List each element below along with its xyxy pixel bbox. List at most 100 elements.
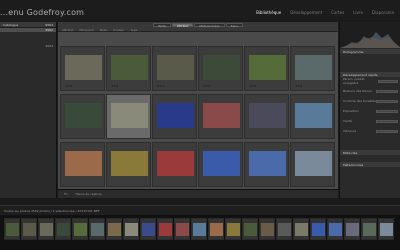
grid-cell[interactable]: ★★★ — [198, 46, 243, 91]
thumbnail[interactable] — [157, 55, 194, 80]
filmstrip-thumb[interactable] — [89, 218, 105, 240]
grid-cell[interactable] — [290, 94, 335, 139]
rating-stars[interactable]: ★★★ — [249, 84, 257, 88]
filmstrip-thumb[interactable] — [259, 218, 275, 240]
thumbnail[interactable] — [295, 103, 332, 128]
grid-cell[interactable] — [106, 142, 151, 187]
filmstrip-thumb[interactable] — [225, 218, 241, 240]
filter-tab-0[interactable]: Texte — [153, 23, 172, 28]
rating-stars[interactable]: ★★★ — [157, 84, 165, 88]
histogram-chart — [340, 32, 400, 48]
filmstrip-thumb[interactable] — [242, 218, 258, 240]
rating-stars[interactable]: ★★★ — [203, 84, 211, 88]
right-section-label: Histogramme — [343, 49, 364, 54]
filmstrip-thumb[interactable] — [293, 218, 309, 240]
grid-cell[interactable] — [198, 142, 243, 187]
grid-cell[interactable] — [60, 142, 105, 187]
filmstrip-thumb[interactable] — [208, 218, 224, 240]
thumbnail[interactable] — [249, 55, 286, 80]
quick-develop-control[interactable] — [376, 109, 398, 113]
module-1[interactable]: Développement — [290, 10, 322, 15]
toolbar-item[interactable]: Heure de capture — [75, 192, 101, 196]
filmstrip-thumb[interactable] — [4, 218, 20, 240]
thumbnail[interactable] — [111, 103, 148, 128]
rating-stars[interactable]: ★★★ — [295, 84, 303, 88]
quick-develop-control[interactable] — [376, 129, 398, 133]
filter-tab-1[interactable]: Attribut — [172, 23, 194, 28]
module-4[interactable]: Diaporama — [372, 10, 394, 15]
right-panel: Histogramme Développement rapide Mots-clés… — [339, 22, 400, 198]
filmstrip-thumb[interactable] — [157, 218, 173, 240]
thumbnail[interactable] — [65, 103, 102, 128]
thumbnail[interactable] — [111, 55, 148, 80]
filmstrip-thumb[interactable] — [38, 218, 54, 240]
filmstrip-thumb[interactable] — [327, 218, 343, 240]
thumbnail[interactable] — [65, 55, 102, 80]
filmstrip-image — [363, 223, 376, 236]
filmstrip-image — [108, 223, 121, 236]
thumbnail[interactable] — [203, 55, 240, 80]
toolbar-item[interactable]: Tri : — [64, 192, 69, 196]
grid-cell[interactable] — [152, 94, 197, 139]
filmstrip-thumb[interactable] — [361, 218, 377, 240]
right-section-header[interactable]: Histogramme — [340, 49, 400, 54]
filmstrip-thumb[interactable] — [140, 218, 156, 240]
filmstrip-thumb[interactable] — [106, 218, 122, 240]
filmstrip-image — [57, 223, 70, 236]
filter-tab-3[interactable]: Sans — [225, 23, 243, 28]
folder-item[interactable] — [0, 152, 56, 156]
grid-cell[interactable] — [60, 94, 105, 139]
thumbnail[interactable] — [65, 151, 102, 176]
filter-row-item[interactable]: Note — [100, 28, 107, 32]
quick-develop-control[interactable] — [376, 89, 398, 93]
filter-row: Attribut Marqueur Note Couleur Type — [62, 28, 137, 32]
filmstrip-thumb[interactable] — [72, 218, 88, 240]
thumbnail[interactable] — [111, 151, 148, 176]
right-section-header[interactable]: Métadonnées — [340, 162, 400, 167]
filmstrip-thumb[interactable] — [55, 218, 71, 240]
thumbnail[interactable] — [295, 151, 332, 176]
filter-row-item[interactable]: Marqueur — [79, 28, 93, 32]
thumbnail[interactable] — [203, 151, 240, 176]
quick-develop-control[interactable] — [377, 79, 398, 83]
module-3[interactable]: Livre — [353, 10, 363, 15]
quick-develop-control[interactable] — [376, 119, 398, 123]
thumbnail[interactable] — [203, 103, 240, 128]
folder-list: 4562 4564 — [0, 28, 56, 156]
grid-cell[interactable]: ★★★ — [152, 46, 197, 91]
thumbnail[interactable] — [249, 103, 286, 128]
filmstrip-thumb[interactable] — [21, 218, 37, 240]
quick-develop-control[interactable] — [376, 99, 398, 103]
module-2[interactable]: Cartes — [331, 10, 344, 15]
filter-row-item[interactable]: Type — [131, 28, 138, 32]
filmstrip-thumb[interactable] — [378, 218, 394, 240]
grid-cell[interactable] — [290, 142, 335, 187]
filmstrip-thumb[interactable] — [276, 218, 292, 240]
rating-stars[interactable]: ★★★ — [65, 84, 73, 88]
right-section-header[interactable]: Mots-clés — [340, 150, 400, 155]
grid-cell[interactable] — [106, 94, 151, 139]
filmstrip-thumb[interactable] — [310, 218, 326, 240]
filmstrip-thumb[interactable] — [174, 218, 190, 240]
grid-cell[interactable]: ★★★ — [244, 46, 289, 91]
thumbnail[interactable] — [157, 103, 194, 128]
filmstrip-thumb[interactable] — [123, 218, 139, 240]
filmstrip-thumb[interactable] — [191, 218, 207, 240]
grid-cell[interactable] — [152, 142, 197, 187]
grid-cell[interactable]: ★★★ — [60, 46, 105, 91]
rating-stars[interactable]: ★★★ — [111, 84, 119, 88]
filter-tab-2[interactable]: Métadonnées — [194, 23, 225, 28]
grid-cell[interactable]: ★★★ — [106, 46, 151, 91]
thumbnail[interactable] — [295, 55, 332, 80]
grid-cell[interactable] — [244, 94, 289, 139]
thumbnail[interactable] — [249, 151, 286, 176]
grid-cell[interactable]: ★★★ — [290, 46, 335, 91]
grid-cell[interactable] — [198, 94, 243, 139]
filter-row-item[interactable]: Couleur — [113, 28, 125, 32]
quick-develop-label: Param. prédéf. enregistré — [343, 77, 365, 85]
thumbnail[interactable] — [157, 151, 194, 176]
filter-row-item[interactable]: Attribut — [62, 28, 73, 32]
filmstrip-thumb[interactable] — [344, 218, 360, 240]
grid-cell[interactable] — [244, 142, 289, 187]
module-0[interactable]: Bibliothèque — [256, 10, 281, 15]
